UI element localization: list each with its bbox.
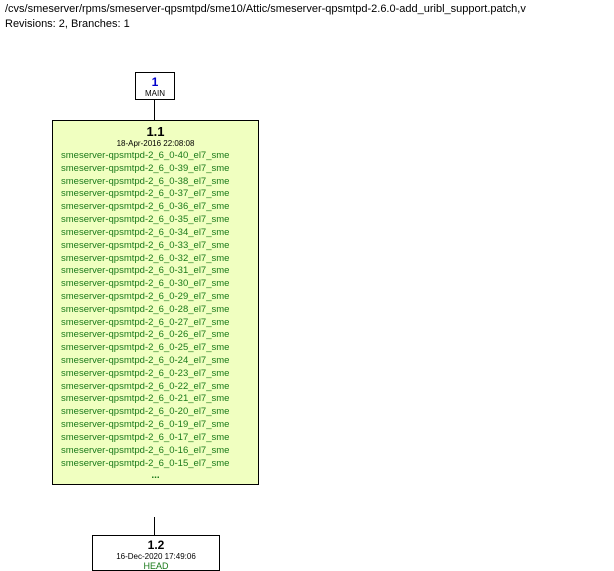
connector-line [154,100,155,120]
connector-line [154,517,155,535]
revision-1.1-node[interactable]: 1.1 18-Apr-2016 22:08:08 smeserver-qpsmt… [52,120,259,485]
tag-item: smeserver-qpsmtpd-2_6_0-27_el7_sme [58,317,253,330]
revisions-info: Revisions: 2, Branches: 1 [0,18,614,35]
tag-item: smeserver-qpsmtpd-2_6_0-26_el7_sme [58,329,253,342]
tag-item: smeserver-qpsmtpd-2_6_0-25_el7_sme [58,342,253,355]
tag-item: smeserver-qpsmtpd-2_6_0-39_el7_sme [58,163,253,176]
tag-item: smeserver-qpsmtpd-2_6_0-40_el7_sme [58,150,253,163]
tag-item: smeserver-qpsmtpd-2_6_0-37_el7_sme [58,188,253,201]
tag-item: smeserver-qpsmtpd-2_6_0-29_el7_sme [58,291,253,304]
tag-item: smeserver-qpsmtpd-2_6_0-36_el7_sme [58,201,253,214]
tag-item: smeserver-qpsmtpd-2_6_0-31_el7_sme [58,265,253,278]
tag-item: smeserver-qpsmtpd-2_6_0-33_el7_sme [58,240,253,253]
revision-1.2-node[interactable]: 1.2 16-Dec-2020 17:49:06 HEAD [92,535,220,571]
tag-item: smeserver-qpsmtpd-2_6_0-19_el7_sme [58,419,253,432]
revision-date: 16-Dec-2020 17:49:06 [95,552,217,561]
tag-list: smeserver-qpsmtpd-2_6_0-40_el7_smesmeser… [58,150,253,470]
branch-label: MAIN [138,89,172,98]
tag-item: smeserver-qpsmtpd-2_6_0-21_el7_sme [58,393,253,406]
tag-item: smeserver-qpsmtpd-2_6_0-30_el7_sme [58,278,253,291]
revision-version: 1.2 [95,538,217,552]
tag-item: smeserver-qpsmtpd-2_6_0-35_el7_sme [58,214,253,227]
tag-item: smeserver-qpsmtpd-2_6_0-38_el7_sme [58,176,253,189]
branch-number: 1 [138,75,172,89]
tag-item: smeserver-qpsmtpd-2_6_0-32_el7_sme [58,253,253,266]
head-label: HEAD [95,561,217,571]
tag-item: smeserver-qpsmtpd-2_6_0-23_el7_sme [58,368,253,381]
tag-item: smeserver-qpsmtpd-2_6_0-24_el7_sme [58,355,253,368]
tag-item: smeserver-qpsmtpd-2_6_0-20_el7_sme [58,406,253,419]
branch-main-node[interactable]: 1 MAIN [135,72,175,100]
tag-item: smeserver-qpsmtpd-2_6_0-15_el7_sme [58,458,253,471]
tag-item: smeserver-qpsmtpd-2_6_0-16_el7_sme [58,445,253,458]
tag-item: smeserver-qpsmtpd-2_6_0-28_el7_sme [58,304,253,317]
tag-item: smeserver-qpsmtpd-2_6_0-22_el7_sme [58,381,253,394]
tag-item: smeserver-qpsmtpd-2_6_0-17_el7_sme [58,432,253,445]
file-path: /cvs/smeserver/rpms/smeserver-qpsmtpd/sm… [0,0,614,18]
tag-item: smeserver-qpsmtpd-2_6_0-34_el7_sme [58,227,253,240]
revision-date: 18-Apr-2016 22:08:08 [58,139,253,148]
revision-version: 1.1 [58,124,253,139]
tag-ellipsis: ... [58,470,253,481]
